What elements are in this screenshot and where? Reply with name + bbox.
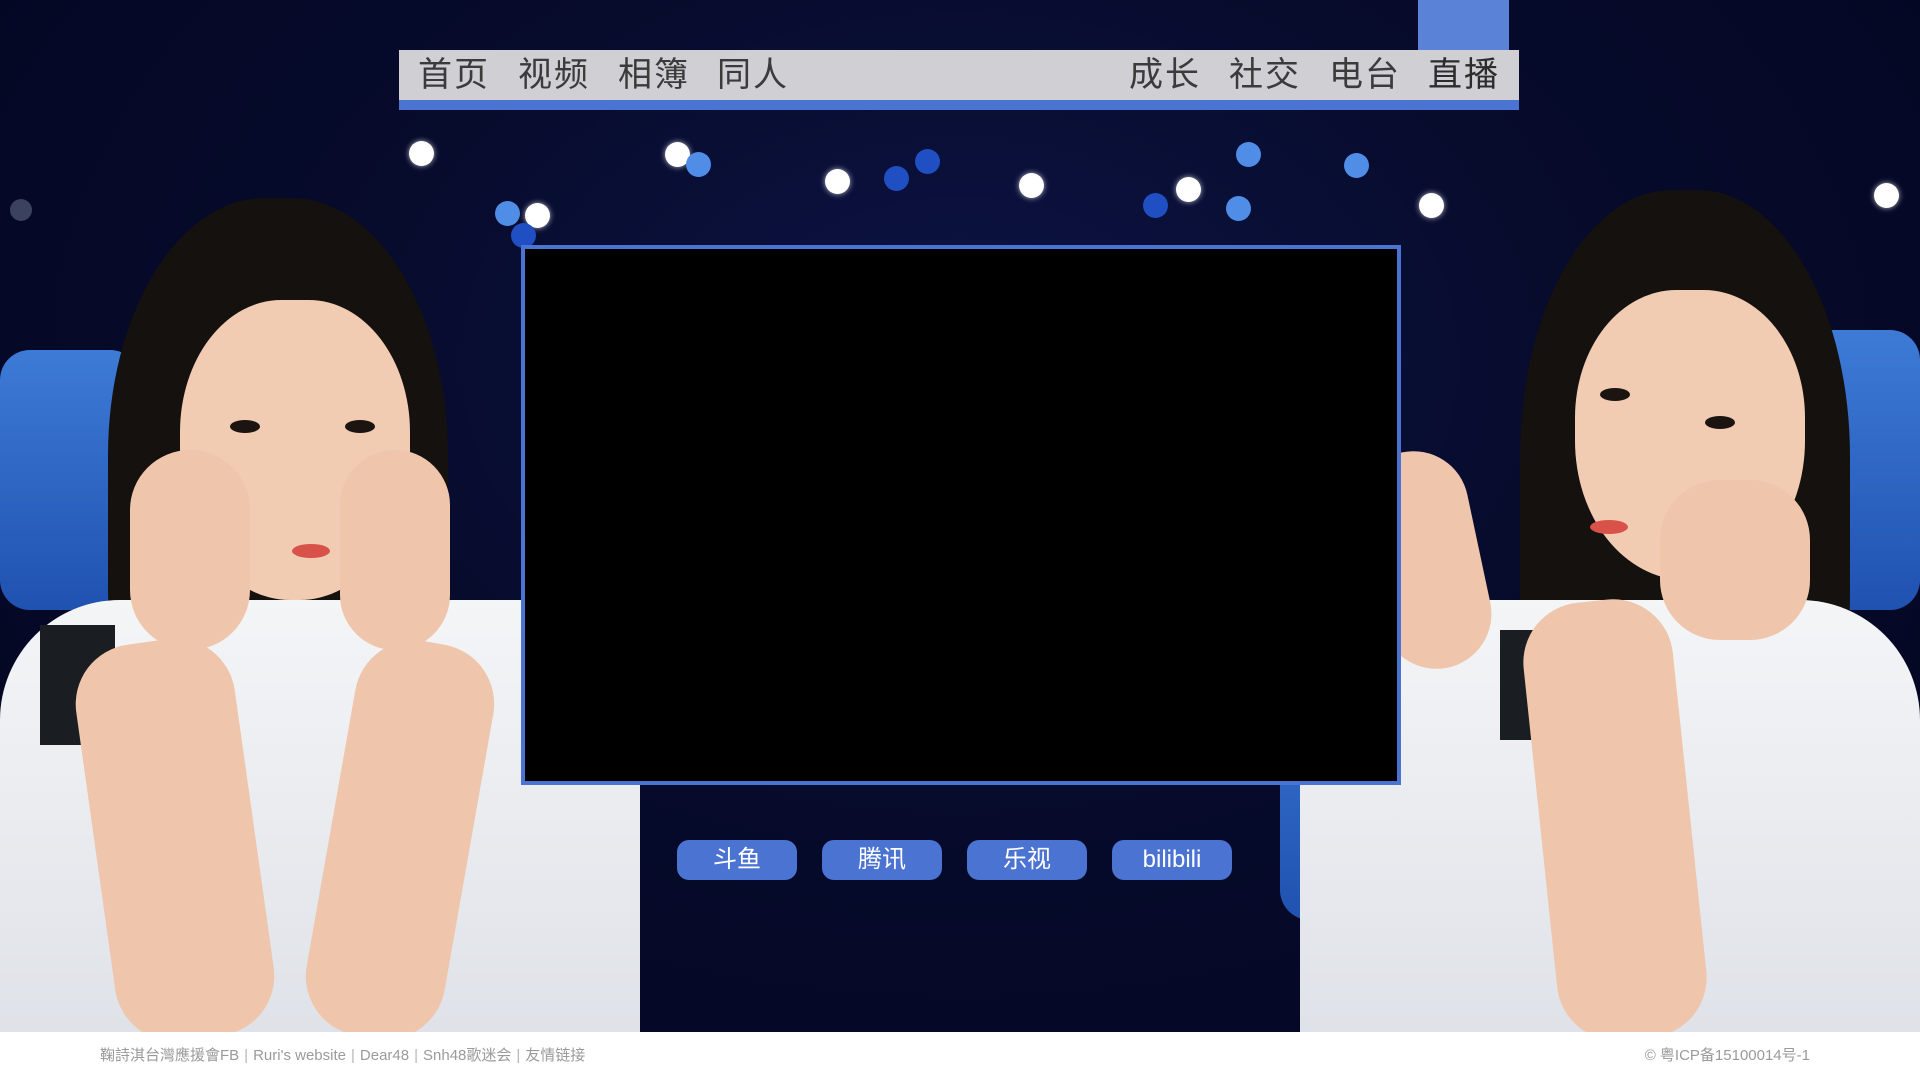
nav-item-albums[interactable]: 相簿 — [618, 50, 690, 100]
platform-button-bilibili[interactable]: bilibili — [1112, 840, 1232, 880]
platform-button-tencent[interactable]: 腾讯 — [822, 840, 942, 880]
bokeh-dot — [884, 166, 909, 191]
bokeh-dot — [686, 152, 711, 177]
footer-link-friends[interactable]: 友情链接 — [525, 1047, 585, 1064]
platform-button-douyu[interactable]: 斗鱼 — [677, 840, 797, 880]
bokeh-dot — [825, 169, 850, 194]
nav-item-radio[interactable]: 电台 — [1329, 50, 1401, 100]
footer-link-snh48-fans[interactable]: Snh48歌迷会 — [423, 1047, 511, 1064]
bokeh-dot — [1236, 142, 1261, 167]
nav-item-social[interactable]: 社交 — [1229, 50, 1301, 100]
bokeh-dot — [1019, 173, 1044, 198]
nav-item-live[interactable]: 直播 — [1428, 50, 1500, 100]
bokeh-dot — [1226, 196, 1251, 221]
footer-links: 鞠詩淇台灣應援會FB | Ruri's website | Dear48 | Snh48歌迷… — [100, 1044, 585, 1065]
bokeh-dot — [1143, 193, 1168, 218]
footer-separator: | — [244, 1047, 249, 1064]
bokeh-dot — [1176, 177, 1201, 202]
platform-button-letv[interactable]: 乐视 — [967, 840, 1087, 880]
live-video-player[interactable] — [521, 245, 1401, 785]
footer-icp: © 粤ICP备15100014号-1 — [1644, 1047, 1810, 1064]
footer-separator: | — [350, 1047, 355, 1064]
footer-link-dear48[interactable]: Dear48 — [360, 1047, 409, 1064]
footer-link-ruri[interactable]: Ruri's website — [253, 1047, 346, 1064]
footer-separator: | — [414, 1047, 418, 1064]
top-nav: 首页 视频 相簿 同人 成长 社交 电台 直播 — [399, 50, 1519, 110]
nav-item-home[interactable]: 首页 — [418, 50, 490, 100]
footer-separator: | — [516, 1047, 521, 1064]
hero-background: 首页 视频 相簿 同人 成长 社交 电台 直播 斗鱼 腾讯 乐视 bilibil… — [0, 0, 1920, 1032]
nav-item-growth[interactable]: 成长 — [1129, 50, 1201, 100]
nav-item-fanworks[interactable]: 同人 — [717, 50, 789, 100]
bokeh-dot — [915, 149, 940, 174]
footer: 鞠詩淇台灣應援會FB | Ruri's website | Dear48 | Snh48歌迷… — [0, 1032, 1920, 1080]
footer-link-fb[interactable]: 鞠詩淇台灣應援會FB — [100, 1047, 239, 1064]
nav-item-videos[interactable]: 视频 — [518, 50, 590, 100]
